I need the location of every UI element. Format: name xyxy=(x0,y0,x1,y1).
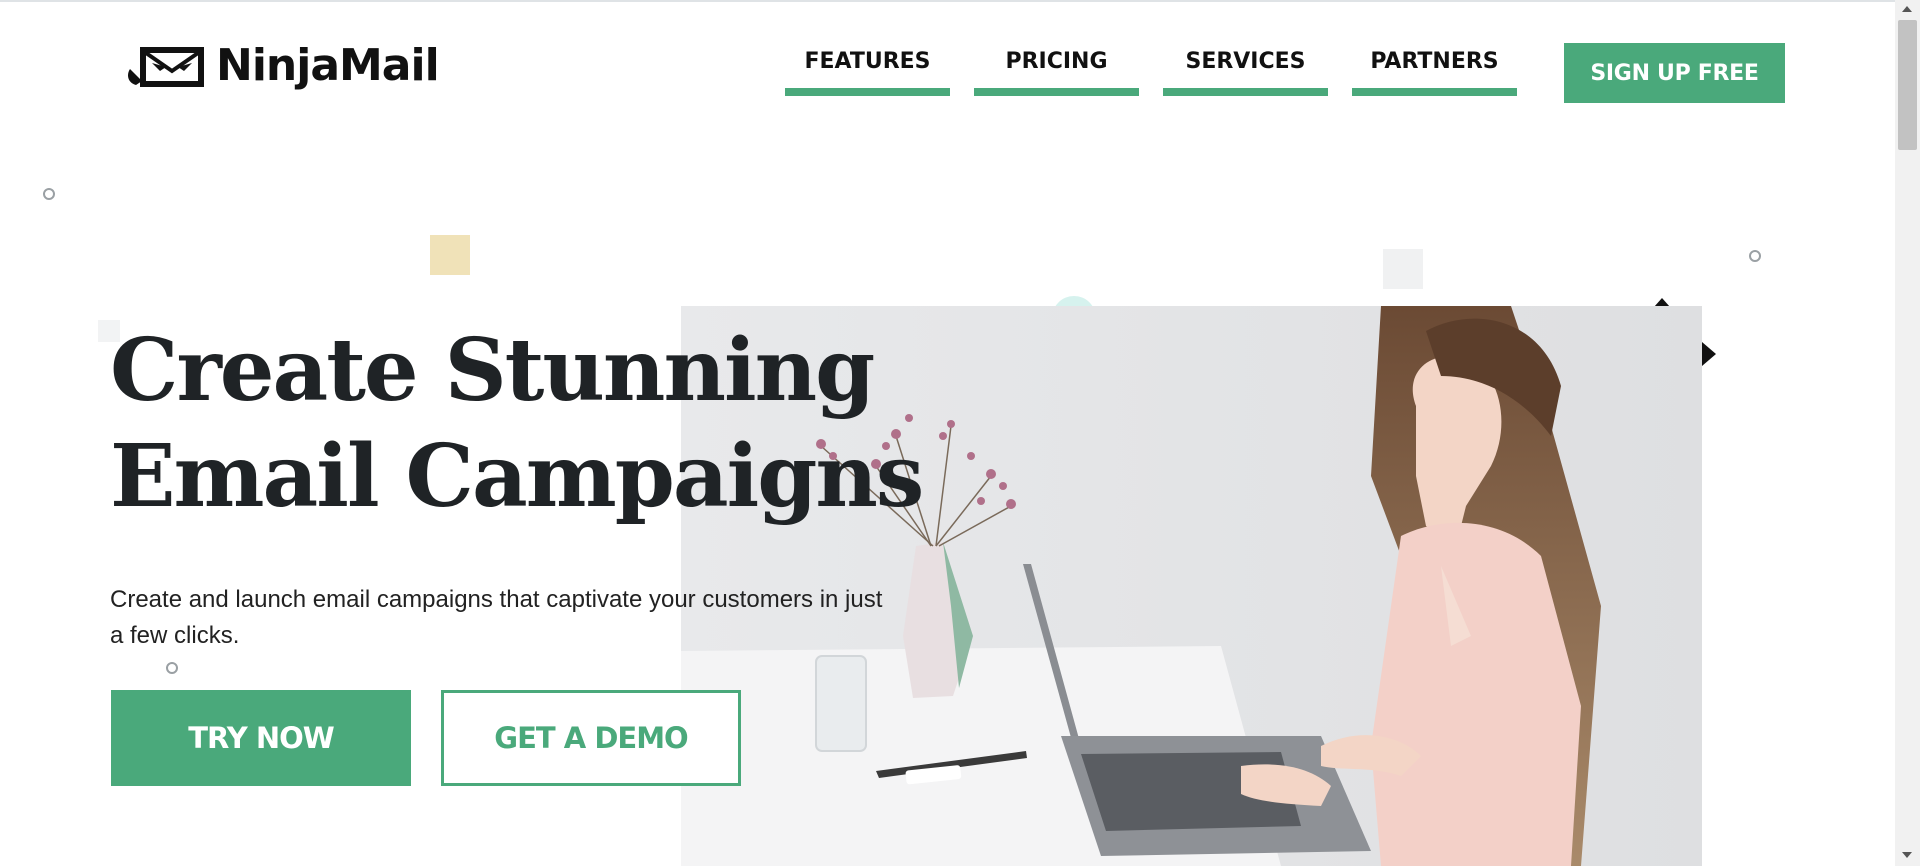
brand-name: NinjaMail xyxy=(216,40,440,91)
hero-headline: Create Stunning Email Campaigns xyxy=(110,318,1010,530)
page-scrollbar[interactable] xyxy=(1895,0,1920,866)
window-top-border xyxy=(0,0,1920,2)
brand-logo-link[interactable]: NinjaMail xyxy=(126,38,440,94)
decor-square-gold xyxy=(430,235,470,275)
nav-item-pricing[interactable]: PRICING xyxy=(974,42,1139,96)
nav-item-services[interactable]: SERVICES xyxy=(1163,42,1328,96)
nav-item-features[interactable]: FEATURES xyxy=(785,42,950,96)
hero-headline-line-1: Create Stunning xyxy=(110,320,875,421)
decor-ring xyxy=(166,662,178,674)
scrollbar-thumb[interactable] xyxy=(1898,20,1917,150)
nav-item-partners[interactable]: PARTNERS xyxy=(1352,42,1517,96)
try-now-button[interactable]: TRY NOW xyxy=(111,690,411,786)
sign-up-free-button[interactable]: SIGN UP FREE xyxy=(1564,43,1785,103)
ninja-envelope-icon xyxy=(128,47,204,87)
hero-subtext: Create and launch email campaigns that c… xyxy=(110,586,883,649)
decor-ring xyxy=(43,188,55,200)
scroll-up-arrow-icon[interactable] xyxy=(1902,6,1912,12)
scroll-down-arrow-icon[interactable] xyxy=(1902,852,1912,858)
main-nav: FEATURES PRICING SERVICES PARTNERS xyxy=(785,42,1541,96)
decor-triangle-right xyxy=(1702,342,1716,366)
decor-ring xyxy=(1749,250,1761,262)
decor-square-grey xyxy=(1383,249,1423,289)
hero-headline-line-2: Email Campaigns xyxy=(110,426,924,527)
get-a-demo-button[interactable]: GET A DEMO xyxy=(441,690,741,786)
